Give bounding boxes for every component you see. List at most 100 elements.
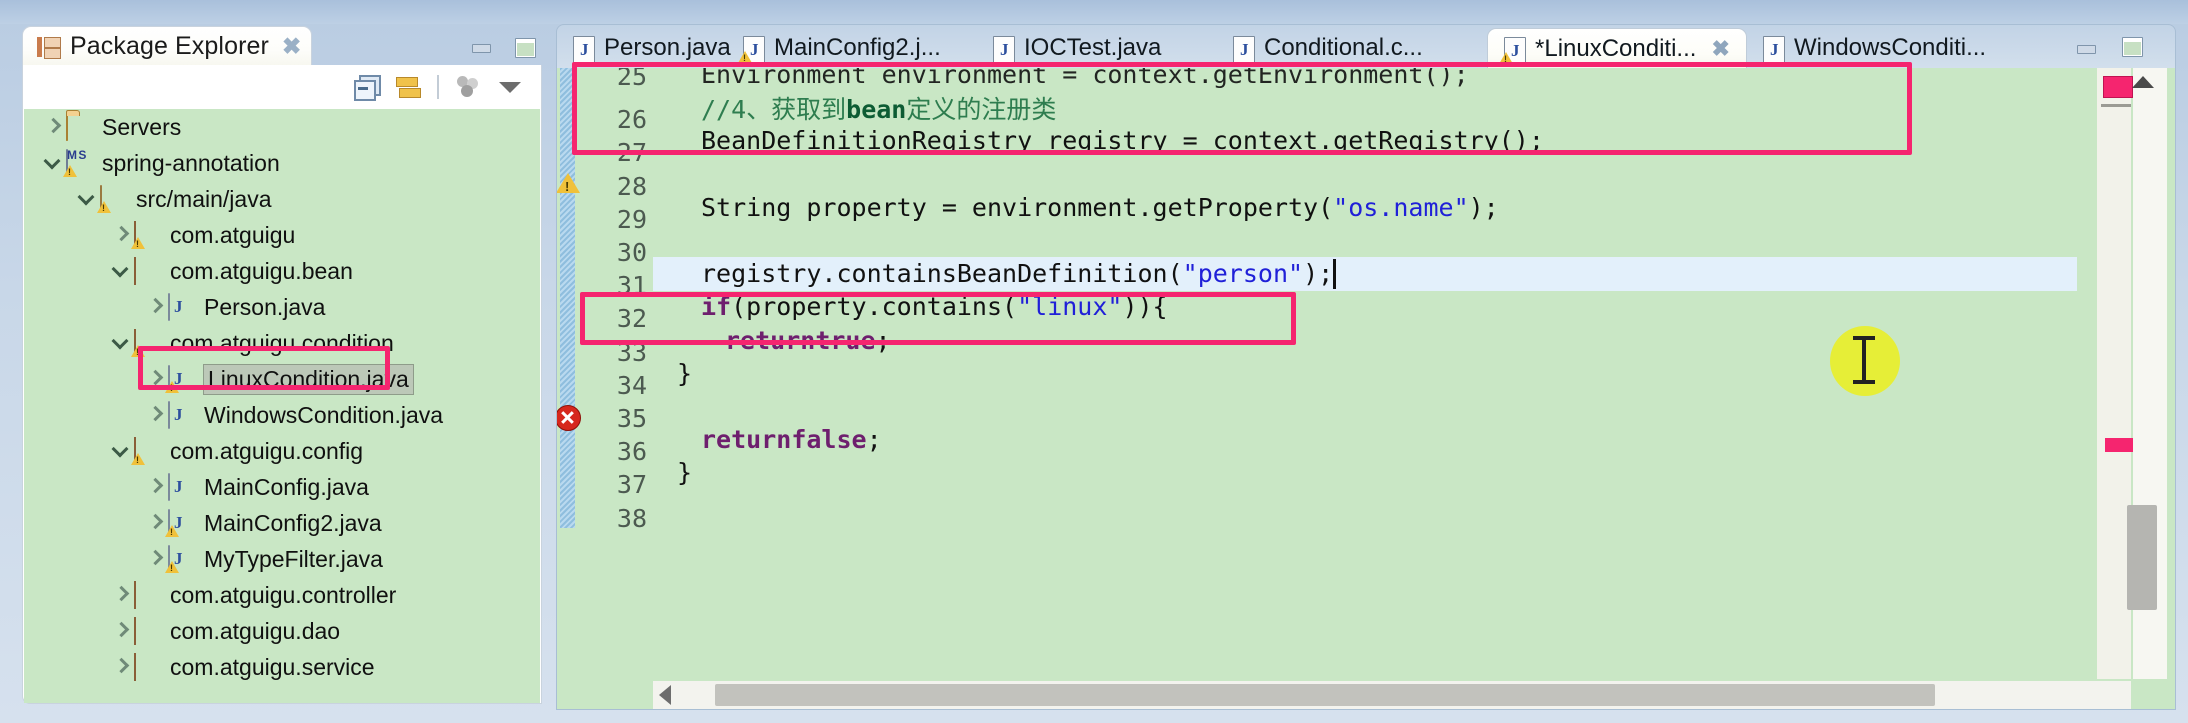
editor-body: Environment environment = context.getEnv… (556, 68, 2176, 710)
chevron-down-icon[interactable] (112, 335, 128, 351)
project-tree[interactable]: Servers spring-annotation src/main/java com… (24, 109, 540, 703)
code-line[interactable] (653, 158, 2077, 191)
code-line[interactable] (653, 489, 2077, 522)
line-number: 35 (616, 404, 647, 433)
chevron-right-icon[interactable] (112, 623, 128, 639)
java-file-icon (1499, 35, 1526, 64)
editor-tab-label: MainConfig2.j... (774, 34, 941, 61)
close-icon[interactable]: ✖ (282, 35, 301, 58)
minimize-editor-button[interactable] (2075, 39, 2097, 57)
tree-item-mainconfig-java[interactable]: MainConfig.java (24, 469, 540, 505)
code-line[interactable]: if (property.contains("linux")){ (653, 290, 2077, 323)
chevron-right-icon[interactable] (146, 479, 162, 495)
editor-tabfolder[interactable]: Person.java MainConfig2.j... IOCTest.java C… (556, 24, 2176, 68)
tree-item-spring-annotation[interactable]: spring-annotation (24, 145, 540, 181)
package-explorer-view: Package Explorer ✖ Servers M S ! spring-… (22, 24, 542, 704)
warning-badge-icon (131, 345, 145, 357)
horizontal-scrollbar[interactable] (653, 681, 2131, 709)
chevron-right-icon[interactable] (146, 515, 162, 531)
editor-tab-linuxconditi[interactable]: *LinuxConditi... ✖ (1487, 28, 1747, 68)
code-line[interactable]: } (653, 456, 2077, 489)
warning-badge-icon (97, 201, 111, 213)
changed-region-indicator (560, 68, 575, 528)
vertical-scrollbar-thumb[interactable] (2127, 505, 2157, 610)
editor-tab-label: WindowsConditi... (1794, 34, 1987, 61)
tree-item-mytypefilter-java[interactable]: MyTypeFilter.java (24, 541, 540, 577)
tree-item-mainconfig2-java[interactable]: MainConfig2.java (24, 505, 540, 541)
tree-item-src-main-java[interactable]: src/main/java (24, 181, 540, 217)
editor-tab-personjava[interactable]: Person.java (557, 28, 731, 68)
focus-on-active-task-icon[interactable] (455, 74, 481, 100)
tree-item-icon (165, 509, 196, 537)
warning-badge-icon (165, 381, 179, 393)
collapse-all-icon[interactable] (353, 74, 381, 101)
code-line[interactable]: registry.containsBeanDefinition("person"… (653, 257, 2077, 292)
close-icon[interactable]: ✖ (1711, 36, 1729, 62)
scroll-left-arrow-icon[interactable] (659, 685, 671, 705)
overview-marker-error (2103, 76, 2133, 98)
eclipse-workbench: Package Explorer ✖ Servers M S ! spring-… (0, 0, 2188, 723)
tree-item-icon (66, 113, 94, 141)
error-marker-icon[interactable] (557, 405, 581, 431)
editor-tab-windowsconditi[interactable]: WindowsConditi... (1747, 28, 2077, 68)
scroll-up-arrow-icon[interactable] (2132, 76, 2154, 88)
tree-item-com-atguigu-service[interactable]: com.atguigu.service (24, 649, 540, 685)
editor-tab-ioctestjava[interactable]: IOCTest.java (977, 28, 1217, 68)
tree-item-icon (165, 365, 196, 393)
tree-item-linuxcondition-java[interactable]: LinuxCondition.java (24, 361, 540, 397)
chevron-down-icon[interactable] (44, 155, 60, 171)
chevron-down-icon[interactable] (112, 443, 128, 459)
tree-item-com-atguigu-condition[interactable]: com.atguigu.condition (24, 325, 540, 361)
window-top-strip (0, 0, 2188, 24)
line-number: 36 (616, 437, 647, 467)
package-explorer-body: Servers spring-annotation src/main/java com… (22, 65, 542, 704)
java-file-icon (738, 34, 765, 63)
chevron-right-icon[interactable] (112, 659, 128, 675)
editor-tab-label: Person.java (604, 34, 731, 61)
chevron-right-icon[interactable] (112, 227, 128, 243)
tree-item-person-java[interactable]: Person.java (24, 289, 540, 325)
chevron-right-icon[interactable] (146, 551, 162, 567)
tree-item-icon (134, 617, 162, 645)
chevron-right-icon[interactable] (146, 407, 162, 423)
code-line[interactable]: //4、获取到bean定义的注册类 (653, 91, 2077, 124)
editor-tab-label: Conditional.c... (1264, 34, 1423, 61)
code-line[interactable] (653, 224, 2077, 257)
chevron-right-icon[interactable] (146, 299, 162, 315)
editor-tab-conditionalc[interactable]: Conditional.c... (1217, 28, 1487, 68)
code-line[interactable]: return false; (653, 423, 2077, 456)
maximize-view-button[interactable] (514, 38, 536, 58)
tree-item-label: com.atguigu.config (170, 437, 364, 464)
chevron-right-icon[interactable] (146, 371, 162, 387)
chevron-right-icon[interactable] (112, 587, 128, 603)
java-file-icon (1761, 34, 1785, 63)
code-line[interactable]: Environment environment = context.getEnv… (653, 68, 2077, 91)
chevron-down-icon[interactable] (112, 263, 128, 279)
tree-item-windowscondition-java[interactable]: WindowsCondition.java (24, 397, 540, 433)
package-explorer-tab[interactable]: Package Explorer ✖ (22, 26, 312, 66)
tree-item-icon (134, 581, 162, 609)
line-number: 31 (616, 271, 647, 301)
tree-item-com-atguigu-bean[interactable]: com.atguigu.bean (24, 253, 540, 289)
code-line[interactable]: BeanDefinitionRegistry registry = contex… (653, 124, 2077, 157)
view-menu-icon[interactable] (497, 74, 523, 100)
editor-tab-mainconfig2j[interactable]: MainConfig2.j... (727, 28, 977, 68)
link-with-editor-icon[interactable] (395, 74, 421, 100)
overview-ruler[interactable] (2097, 68, 2133, 679)
chevron-down-icon[interactable] (78, 191, 94, 207)
warning-marker-icon[interactable] (557, 173, 580, 194)
tree-item-icon (131, 221, 162, 249)
tree-item-com-atguigu[interactable]: com.atguigu (24, 217, 540, 253)
editor-marker-gutter[interactable] (557, 68, 581, 679)
maximize-editor-button[interactable] (2121, 37, 2143, 57)
tree-item-com-atguigu-config[interactable]: com.atguigu.config (24, 433, 540, 469)
vertical-scrollbar[interactable] (2127, 68, 2167, 679)
chevron-right-icon[interactable] (44, 119, 60, 135)
code-line[interactable]: String property = environment.getPropert… (653, 191, 2077, 224)
tree-item-com-atguigu-controller[interactable]: com.atguigu.controller (24, 577, 540, 613)
tree-item-label: Person.java (204, 293, 326, 320)
minimize-view-button[interactable] (470, 38, 492, 56)
tree-item-servers[interactable]: Servers (24, 109, 540, 145)
horizontal-scrollbar-thumb[interactable] (715, 684, 1935, 706)
tree-item-com-atguigu-dao[interactable]: com.atguigu.dao (24, 613, 540, 649)
